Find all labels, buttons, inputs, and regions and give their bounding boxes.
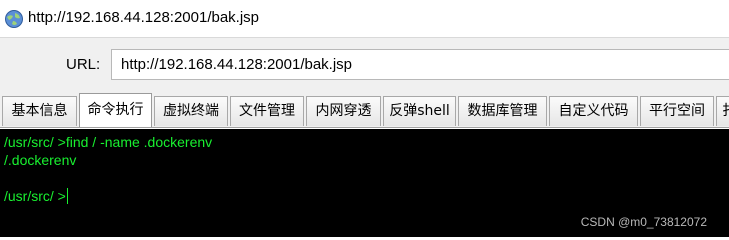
- terminal-prompt-line[interactable]: /usr/src/ >: [4, 187, 68, 205]
- watermark: CSDN @m0_73812072: [580, 215, 707, 229]
- tab-intranet-tunnel[interactable]: 内网穿透: [306, 96, 381, 126]
- tab-custom-code[interactable]: 自定义代码: [549, 96, 638, 126]
- tab-parallel-space[interactable]: 平行空间: [640, 96, 714, 126]
- tab-command-exec[interactable]: 命令执行: [79, 93, 152, 127]
- tab-virtual-terminal[interactable]: 虚拟终端: [154, 96, 228, 126]
- tab-truncated[interactable]: 扌: [716, 96, 729, 126]
- text-cursor: [66, 188, 68, 204]
- tab-basic-info[interactable]: 基本信息: [2, 96, 77, 126]
- url-input[interactable]: http://192.168.44.128:2001/bak.jsp: [111, 49, 729, 80]
- window-title: http://192.168.44.128:2001/bak.jsp: [28, 9, 260, 26]
- terminal-output[interactable]: /usr/src/ >find / -name .dockerenv /.doc…: [0, 129, 729, 237]
- tab-reverse-shell[interactable]: 反弹shell: [383, 96, 456, 126]
- tab-file-manager[interactable]: 文件管理: [230, 96, 304, 126]
- tab-database-manager[interactable]: 数据库管理: [458, 96, 547, 126]
- terminal-line: /.dockerenv: [4, 152, 77, 168]
- address-bar: URL: http://192.168.44.128:2001/bak.jsp: [0, 38, 729, 90]
- globe-icon: [4, 9, 24, 29]
- tab-bar: 基本信息 命令执行 虚拟终端 文件管理 内网穿透 反弹shell 数据库管理 自…: [0, 90, 729, 128]
- terminal-prompt: /usr/src/ >: [4, 188, 66, 204]
- window-titlebar: http://192.168.44.128:2001/bak.jsp: [0, 0, 729, 38]
- terminal-line: /usr/src/ >find / -name .dockerenv: [4, 134, 213, 150]
- url-label: URL:: [66, 56, 101, 73]
